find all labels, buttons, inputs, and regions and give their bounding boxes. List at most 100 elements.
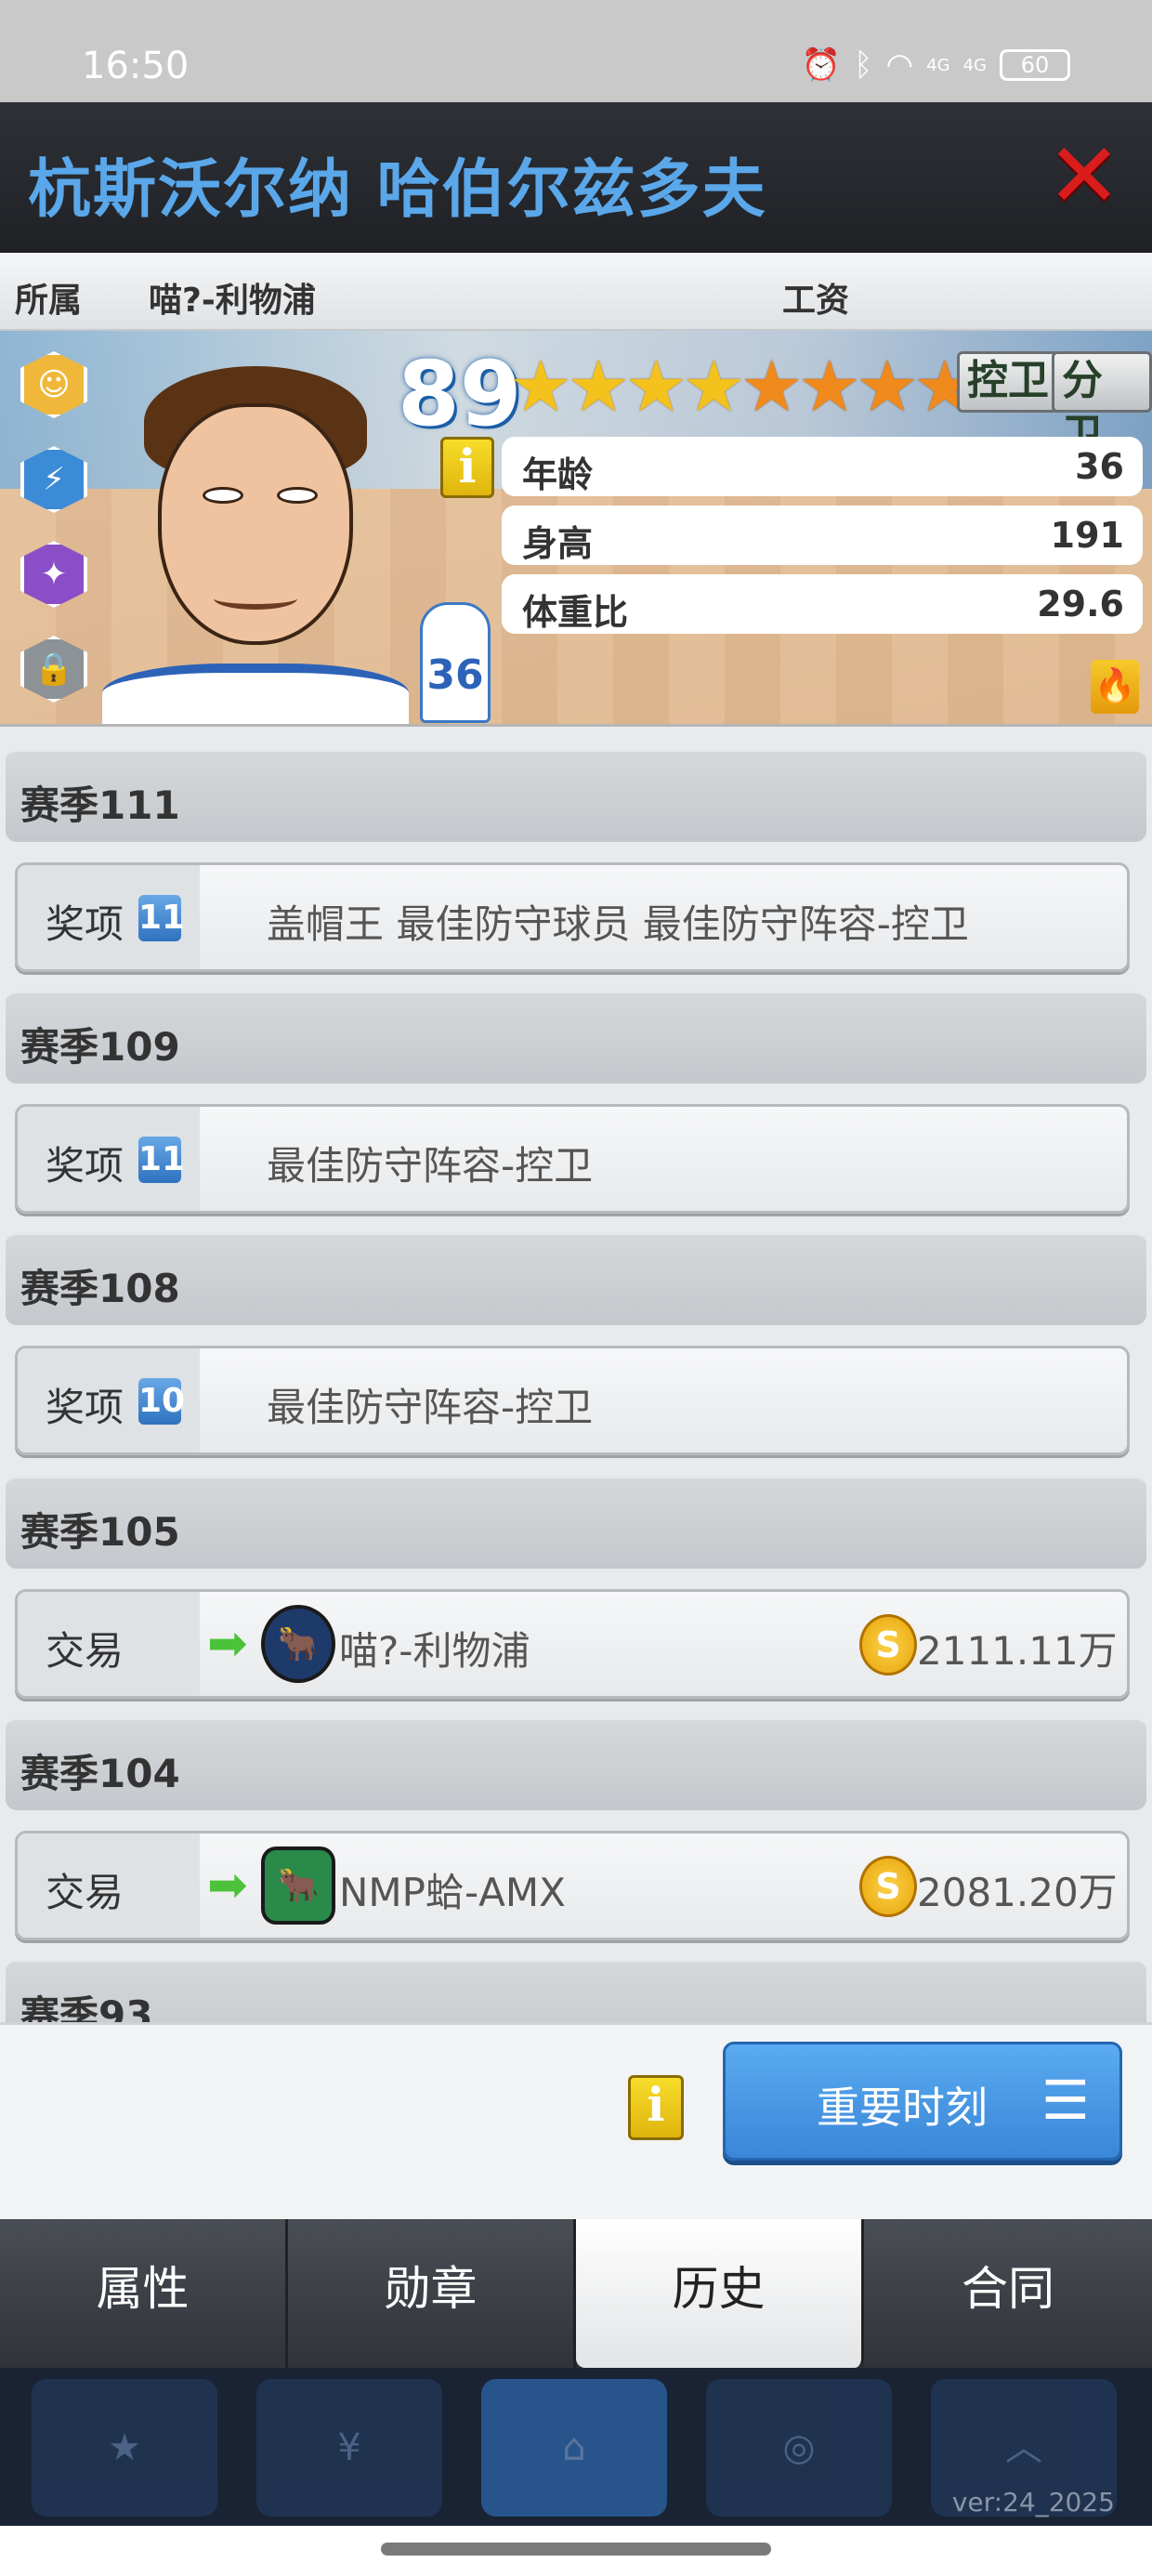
info-button[interactable]: i xyxy=(440,437,494,498)
award-count-badge: 11 xyxy=(138,1137,185,1183)
info-icon: i xyxy=(458,439,477,493)
season-header: 赛季105 xyxy=(6,1476,1146,1569)
fire-icon: 🔥 xyxy=(1093,667,1136,705)
history-entry-trade[interactable]: 交易 ➡ 🐂 喵?-利物浦 S 2111.11万 xyxy=(15,1589,1130,1699)
important-moments-button[interactable]: 重要时刻 ☰ xyxy=(723,2042,1122,2161)
stat-label: 身高 xyxy=(522,523,594,564)
trade-amount: 2081.20万 xyxy=(917,1870,1118,1915)
stat-value: 191 xyxy=(1050,515,1124,556)
team-logo-icon: 🐂 xyxy=(261,1847,335,1925)
battery-icon: 60 xyxy=(1000,49,1070,81)
history-entry-award[interactable]: 奖项 11 最佳防守阵容-控卫 xyxy=(15,1104,1130,1214)
salary-label: 工资 xyxy=(782,282,850,320)
stat-row-height: 身高 191 xyxy=(502,506,1143,565)
alarm-icon: ⏰ xyxy=(801,46,842,84)
home-indicator-bar xyxy=(0,2526,1152,2576)
trade-team-name: 喵?-利物浦 xyxy=(339,1628,530,1674)
team-name: 喵?-利物浦 xyxy=(149,282,316,320)
nav-star-icon: ★ xyxy=(32,2379,217,2517)
position-tag-2: 分卫 xyxy=(1052,351,1152,458)
moments-label: 重要时刻 xyxy=(817,2083,988,2133)
nav-yen-icon: ¥ xyxy=(256,2379,442,2517)
avatar-eye-right xyxy=(277,487,318,504)
stat-label: 年龄 xyxy=(522,454,594,495)
stat-row-age: 年龄 36 xyxy=(502,437,1143,496)
season-label: 赛季111 xyxy=(20,782,180,828)
coin-icon: S xyxy=(859,1614,917,1676)
signal-icon: 4G xyxy=(926,55,950,75)
info-header-row: 所属 喵?-利物浦 工资 xyxy=(0,253,1152,331)
season-header: 赛季108 xyxy=(6,1232,1146,1325)
entry-kind: 奖项 xyxy=(46,1143,124,1189)
team-logo-icon: 🐂 xyxy=(261,1605,335,1683)
signal-icon-2: 4G xyxy=(962,55,987,75)
avatar-jersey xyxy=(102,664,409,724)
history-list[interactable]: 赛季111 奖项 11 盖帽王 最佳防守球员 最佳防守阵容-控卫 赛季109 奖… xyxy=(0,740,1152,2022)
history-entry-award[interactable]: 奖项 10 最佳防守阵容-控卫 xyxy=(15,1346,1130,1455)
affiliation-label: 所属 xyxy=(15,282,83,320)
tab-attributes[interactable]: 属性 xyxy=(0,2219,288,2368)
player-card: ☺ ⚡ ✦ 🔒 36 89 ★★★★★★★★★ 控卫 分卫 i 年龄 36 身高… xyxy=(0,331,1152,727)
history-entry-trade[interactable]: 交易 ➡ 🐂 NMP蛤-AMX S 2081.20万 xyxy=(15,1831,1130,1940)
bottom-nav: ★ ¥ ⌂ ◎ ︿ ver:24_2025 xyxy=(0,2368,1152,2526)
tab-contract[interactable]: 合同 xyxy=(864,2219,1152,2368)
star-icon: ★ xyxy=(797,345,861,427)
award-count-badge: 10 xyxy=(138,1378,185,1425)
entry-kind: 交易 xyxy=(46,1628,124,1674)
trade-team-name: NMP蛤-AMX xyxy=(339,1870,566,1915)
star-icon: ★ xyxy=(624,345,688,427)
stat-value: 36 xyxy=(1075,446,1124,487)
entry-kind: 奖项 xyxy=(46,1385,124,1430)
menu-icon: ☰ xyxy=(1041,2069,1090,2132)
jersey-number: 36 xyxy=(420,602,491,723)
star-icon: ★ xyxy=(567,345,631,427)
tab-history[interactable]: 历史 xyxy=(576,2219,864,2368)
help-info-button[interactable]: i xyxy=(628,2075,684,2140)
star-icon: ★ xyxy=(855,345,919,427)
entry-kind: 交易 xyxy=(46,1870,124,1915)
award-text: 最佳防守阵容-控卫 xyxy=(267,1385,594,1430)
status-time: 16:50 xyxy=(82,45,190,87)
close-icon: ✕ xyxy=(1046,124,1122,228)
star-icon: ★ xyxy=(509,345,573,427)
coin-icon: S xyxy=(859,1856,917,1917)
season-label: 赛季104 xyxy=(20,1751,180,1796)
avatar-eye-left xyxy=(203,487,243,504)
player-name-title: 杭斯沃尔纳 哈伯尔兹多夫 xyxy=(28,153,767,227)
season-label: 赛季109 xyxy=(20,1024,180,1070)
status-icons: ⏰ ᛒ ◠ 4G 4G 60 xyxy=(802,46,1070,84)
stat-value: 29.6 xyxy=(1037,584,1124,624)
history-entry-award[interactable]: 奖项 11 盖帽王 最佳防守球员 最佳防守阵容-控卫 xyxy=(15,862,1130,972)
fire-button[interactable]: 🔥 xyxy=(1091,660,1139,714)
home-indicator[interactable] xyxy=(381,2543,771,2556)
trade-amount: 2111.11万 xyxy=(917,1628,1118,1674)
version-label: ver:24_2025 xyxy=(951,2487,1115,2517)
avatar-mouth xyxy=(214,587,297,610)
season-header: 赛季93 xyxy=(6,1959,1146,2022)
bluetooth-icon: ᛒ xyxy=(854,46,873,84)
title-bar: 杭斯沃尔纳 哈伯尔兹多夫 ✕ xyxy=(0,102,1152,253)
season-header: 赛季109 xyxy=(6,991,1146,1084)
info-icon: i xyxy=(647,2077,665,2132)
nav-team-icon: ⌂ xyxy=(481,2379,667,2517)
star-rating: ★★★★★★★★★ xyxy=(509,345,1034,427)
action-panel: i 重要时刻 ☰ xyxy=(0,2022,1152,2219)
season-label: 赛季93 xyxy=(20,1992,153,2022)
entry-kind: 奖项 xyxy=(46,901,124,947)
position-tag-1: 控卫 xyxy=(957,351,1059,413)
stat-row-weight-ratio: 体重比 29.6 xyxy=(502,574,1143,634)
season-label: 赛季105 xyxy=(20,1509,180,1555)
status-bar: 16:50 ⏰ ᛒ ◠ 4G 4G 60 xyxy=(0,0,1152,102)
tab-medals[interactable]: 勋章 xyxy=(288,2219,576,2368)
close-button[interactable]: ✕ xyxy=(1044,131,1124,220)
award-count-badge: 11 xyxy=(138,895,185,941)
star-icon: ★ xyxy=(682,345,746,427)
nav-ball-icon: ◎ xyxy=(706,2379,892,2517)
arrow-right-icon: ➡ xyxy=(207,1616,248,1672)
arrow-right-icon: ➡ xyxy=(207,1858,248,1913)
overall-rating: 89 xyxy=(398,342,522,446)
tab-bar: 属性 勋章 历史 合同 xyxy=(0,2219,1152,2368)
award-text: 最佳防守阵容-控卫 xyxy=(267,1143,594,1189)
star-icon: ★ xyxy=(740,345,804,427)
season-label: 赛季108 xyxy=(20,1266,180,1311)
